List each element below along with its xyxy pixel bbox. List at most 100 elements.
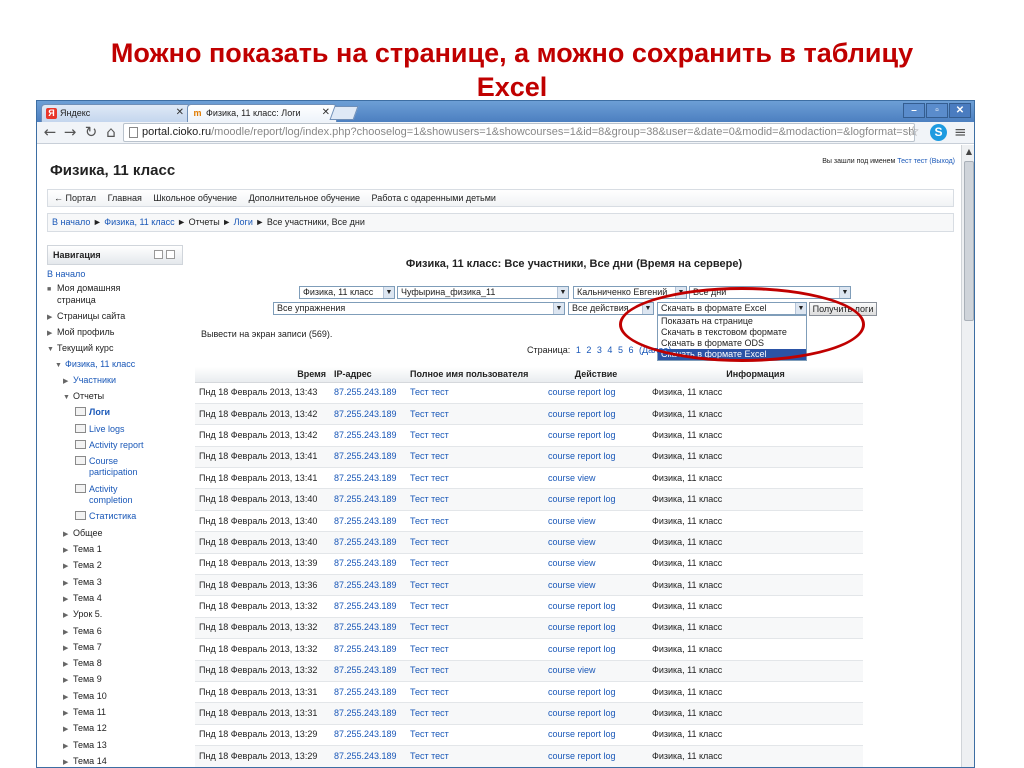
cell-action[interactable]: course view xyxy=(544,510,648,533)
nav-item[interactable]: ▶ Общее xyxy=(63,528,102,540)
cell-action[interactable]: course view xyxy=(544,660,648,682)
cell-ip[interactable]: 87.255.243.189 xyxy=(330,510,406,533)
nav-item[interactable]: ▶ Тема 3 xyxy=(63,577,102,589)
nav-home-link[interactable]: В начало xyxy=(47,269,85,280)
cell-action[interactable]: course report log xyxy=(544,724,648,747)
nav-item[interactable]: Live logs xyxy=(75,424,125,435)
cell-action[interactable]: course report log xyxy=(544,702,648,725)
cell-user[interactable]: Тест тест xyxy=(406,424,544,447)
cell-action[interactable]: course report log xyxy=(544,424,648,447)
tab-logs[interactable]: m Физика, 11 класс: Логи ✕ xyxy=(187,104,337,122)
cell-user[interactable]: Тест тест xyxy=(406,681,544,704)
column-header-action[interactable]: Действие xyxy=(544,367,648,383)
cell-user[interactable]: Тест тест xyxy=(406,446,544,469)
cell-ip[interactable]: 87.255.243.189 xyxy=(330,531,406,554)
close-window-icon[interactable]: ✕ xyxy=(949,103,971,118)
cell-ip[interactable]: 87.255.243.189 xyxy=(330,467,406,490)
cell-ip[interactable]: 87.255.243.189 xyxy=(330,702,406,725)
cell-action[interactable]: course report log xyxy=(544,681,648,704)
page-link[interactable]: 4 xyxy=(607,345,612,355)
close-tab-icon[interactable]: ✕ xyxy=(176,105,184,121)
next-page-link[interactable]: (Далее) xyxy=(639,345,671,355)
nav-item[interactable]: ▶ Тема 11 xyxy=(63,707,106,719)
cell-user[interactable]: Тест тест xyxy=(406,553,544,576)
action-select[interactable]: Все действия ▼ xyxy=(568,302,654,315)
vertical-scrollbar[interactable]: ▲ xyxy=(961,145,974,767)
cell-action[interactable]: course report log xyxy=(544,488,648,511)
nav-item[interactable]: ▶ Участники xyxy=(63,375,116,387)
cell-user[interactable]: Тест тест xyxy=(406,467,544,490)
nav-item[interactable]: ▼ Физика, 11 класс xyxy=(55,359,135,371)
format-option-ods[interactable]: Скачать в формате ODS xyxy=(658,338,806,349)
navbar-item[interactable]: Главная xyxy=(108,193,142,203)
login-user-link[interactable]: Тест тест xyxy=(897,158,927,165)
cell-ip[interactable]: 87.255.243.189 xyxy=(330,617,406,640)
format-option-text[interactable]: Скачать в текстовом формате xyxy=(658,327,806,338)
cell-action[interactable]: course report log xyxy=(544,638,648,661)
cell-user[interactable]: Тест тест xyxy=(406,382,544,404)
nav-item[interactable]: ▶ Тема 12 xyxy=(63,723,107,735)
address-bar[interactable]: portal.cioko.ru/moodle/report/log/index.… xyxy=(123,123,915,142)
cell-user[interactable]: Тест тест xyxy=(406,531,544,554)
column-header-user[interactable]: Полное имя пользователя xyxy=(406,367,544,383)
minimize-icon[interactable]: – xyxy=(903,103,925,118)
cell-action[interactable]: course report log xyxy=(544,595,648,618)
nav-item[interactable]: ▶ Страницы сайта xyxy=(47,311,125,323)
cell-ip[interactable]: 87.255.243.189 xyxy=(330,574,406,597)
logout-link[interactable]: (Выход) xyxy=(929,158,955,165)
nav-item[interactable]: ▼ Отчеты xyxy=(63,391,104,403)
nav-item[interactable]: ▶ Урок 5. xyxy=(63,609,102,621)
forward-icon[interactable]: → xyxy=(61,123,79,141)
format-option-page[interactable]: Показать на странице xyxy=(658,316,806,327)
column-header-info[interactable]: Информация xyxy=(648,367,863,383)
course-select[interactable]: Физика, 11 класс ▼ xyxy=(299,286,395,299)
collapse-block-icon[interactable] xyxy=(154,250,163,259)
nav-item[interactable]: ■ Моя домашняя страница xyxy=(47,283,120,306)
cell-action[interactable]: course report log xyxy=(544,403,648,426)
nav-item[interactable]: Статистика xyxy=(75,511,136,522)
scrollbar-thumb[interactable] xyxy=(964,161,974,321)
navbar-item[interactable]: Дополнительное обучение xyxy=(249,193,360,203)
cell-user[interactable]: Тест тест xyxy=(406,617,544,640)
page-link[interactable]: 6 xyxy=(628,345,633,355)
breadcrumb-home[interactable]: В начало xyxy=(52,217,90,227)
breadcrumb-course[interactable]: Физика, 11 класс xyxy=(104,217,174,227)
menu-icon[interactable]: ≡ xyxy=(954,123,970,141)
cell-ip[interactable]: 87.255.243.189 xyxy=(330,382,406,404)
skype-icon[interactable]: S xyxy=(930,124,947,141)
nav-item[interactable]: ▶ Тема 6 xyxy=(63,626,102,638)
scroll-up-icon[interactable]: ▲ xyxy=(962,145,974,159)
maximize-icon[interactable]: ▫ xyxy=(926,103,948,118)
nav-item[interactable]: ▶ Тема 9 xyxy=(63,674,102,686)
nav-item[interactable]: Course participation xyxy=(75,456,138,478)
cell-user[interactable]: Тест тест xyxy=(406,638,544,661)
reload-icon[interactable]: ↻ xyxy=(82,123,100,141)
cell-user[interactable]: Тест тест xyxy=(406,724,544,747)
user-select[interactable]: Кальниченко Евгений ▼ xyxy=(573,286,687,299)
star-icon[interactable]: ☆ xyxy=(907,123,923,141)
nav-item[interactable]: ▶ Тема 8 xyxy=(63,658,102,670)
navbar-item[interactable]: Работа с одаренными детьми xyxy=(372,193,496,203)
cell-ip[interactable]: 87.255.243.189 xyxy=(330,403,406,426)
cell-action[interactable]: course report log xyxy=(544,617,648,640)
cell-user[interactable]: Тест тест xyxy=(406,702,544,725)
nav-item[interactable]: ▶ Тема 4 xyxy=(63,593,102,605)
cell-ip[interactable]: 87.255.243.189 xyxy=(330,745,406,767)
cell-user[interactable]: Тест тест xyxy=(406,660,544,682)
column-header-ip[interactable]: IP-адрес xyxy=(330,367,406,383)
breadcrumb-logs[interactable]: Логи xyxy=(234,217,253,227)
cell-action[interactable]: course report log xyxy=(544,446,648,469)
cell-action[interactable]: course view xyxy=(544,531,648,554)
cell-action[interactable]: course view xyxy=(544,574,648,597)
column-header-time[interactable]: Время xyxy=(195,367,330,383)
get-logs-button[interactable]: Получить логи xyxy=(809,302,877,316)
group-select[interactable]: Чуфырина_физика_11 ▼ xyxy=(397,286,569,299)
cell-action[interactable]: course view xyxy=(544,467,648,490)
cell-ip[interactable]: 87.255.243.189 xyxy=(330,488,406,511)
nav-item[interactable]: ▶ Тема 13 xyxy=(63,740,107,752)
nav-item[interactable]: Логи xyxy=(75,407,110,418)
cell-ip[interactable]: 87.255.243.189 xyxy=(330,595,406,618)
format-option-excel[interactable]: Скачать в формате Excel xyxy=(658,349,806,360)
format-select[interactable]: Скачать в формате Excel ▼ xyxy=(657,302,807,315)
cell-ip[interactable]: 87.255.243.189 xyxy=(330,553,406,576)
